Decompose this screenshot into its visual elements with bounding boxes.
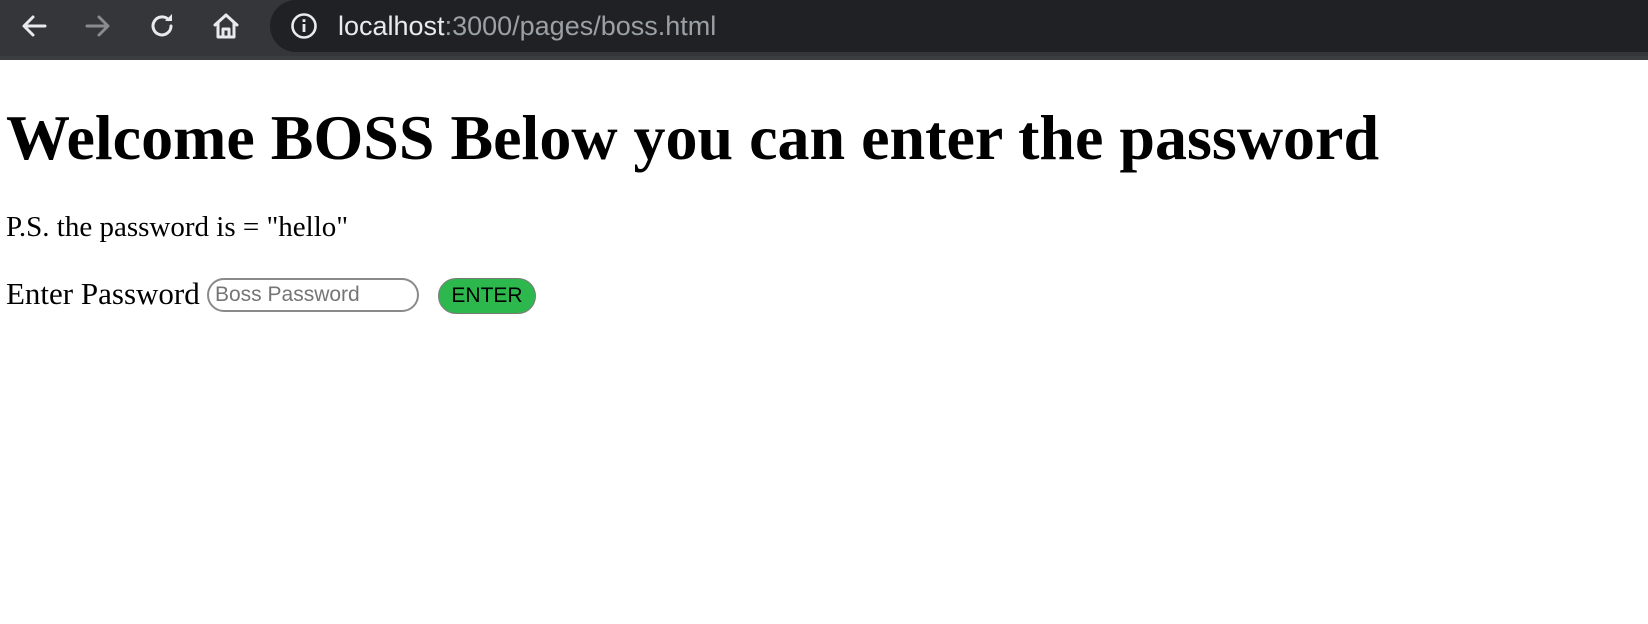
forward-button[interactable] bbox=[78, 6, 118, 46]
page-content: Welcome BOSS Below you can enter the pas… bbox=[0, 60, 1648, 624]
url-path: :3000/pages/boss.html bbox=[444, 11, 717, 41]
url-host: localhost bbox=[338, 11, 445, 41]
forward-arrow-icon bbox=[85, 15, 110, 37]
page-title: Welcome BOSS Below you can enter the pas… bbox=[6, 102, 1380, 173]
password-label: Enter Password bbox=[6, 276, 200, 311]
url-text[interactable]: localhost:3000/pages/boss.html bbox=[338, 10, 716, 42]
home-icon bbox=[213, 13, 239, 39]
reload-icon bbox=[151, 14, 173, 37]
browser-toolbar: localhost:3000/pages/boss.html bbox=[0, 0, 1648, 60]
address-bar[interactable]: localhost:3000/pages/boss.html bbox=[270, 0, 1648, 52]
info-icon[interactable] bbox=[290, 12, 318, 40]
enter-button[interactable]: ENTER bbox=[438, 278, 536, 314]
reload-button[interactable] bbox=[142, 6, 182, 46]
back-arrow-icon bbox=[22, 15, 47, 37]
password-hint: P.S. the password is = "hello" bbox=[6, 211, 349, 243]
password-input[interactable] bbox=[207, 278, 419, 312]
back-button[interactable] bbox=[14, 6, 54, 46]
home-button[interactable] bbox=[206, 6, 246, 46]
